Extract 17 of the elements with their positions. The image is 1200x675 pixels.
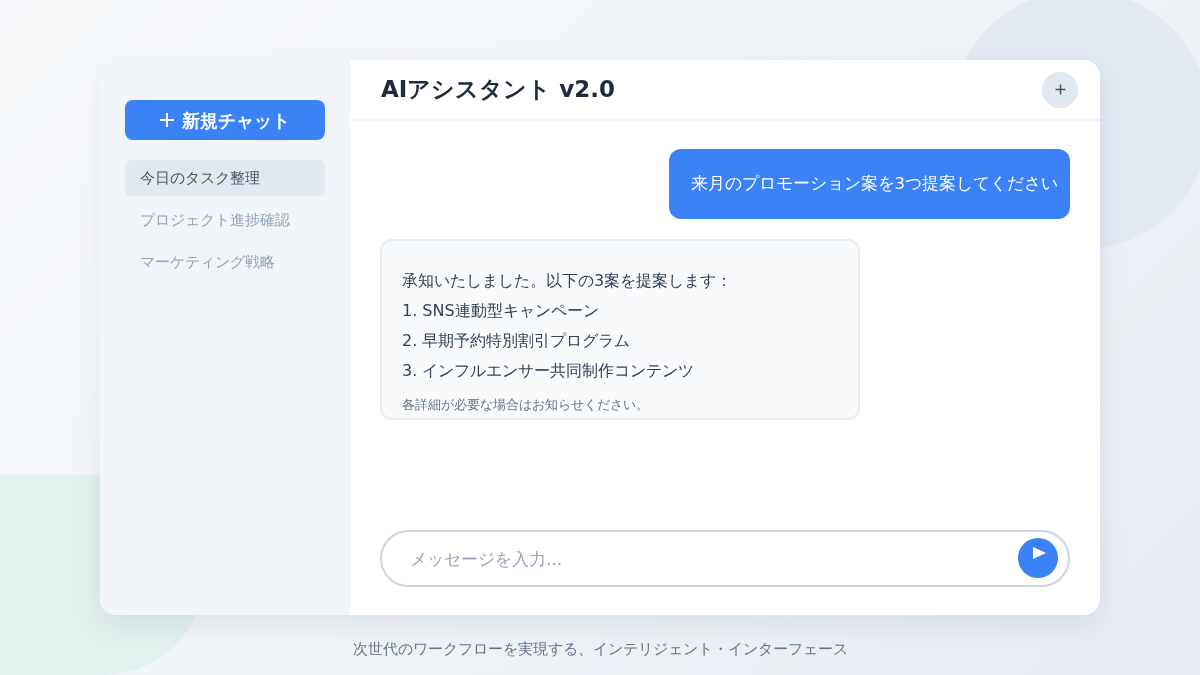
send-icon xyxy=(1032,547,1046,559)
new-chat-button[interactable]: 新規チャット xyxy=(125,100,325,140)
user-message: 来月のプロモーション案を3つ提案してください xyxy=(668,149,1070,219)
message-input[interactable]: メッセージを入力... xyxy=(380,530,1070,587)
message-line: 承知いたしました。以下の3案を提案します： xyxy=(402,270,734,292)
message-line: 2. 早期予約特別割引プログラム xyxy=(402,330,632,352)
chat-history-item[interactable]: マーケティング戦略 xyxy=(125,244,325,280)
message-line: 3. インフルエンサー共同制作コンテンツ xyxy=(402,360,696,382)
plus-icon xyxy=(1054,84,1066,95)
message-note: 各詳細が必要な場合はお知らせください。 xyxy=(402,396,650,414)
chat-history-item[interactable]: プロジェクト進捗確認 xyxy=(125,202,325,238)
tagline: 次世代のワークフローを実現する、インテリジェント・インターフェース xyxy=(351,640,849,659)
chat-history-item[interactable]: 今日のタスク整理 xyxy=(125,160,325,196)
app-title: AIアシスタント v2.0 xyxy=(381,75,616,104)
add-button[interactable] xyxy=(1042,71,1078,108)
plus-icon xyxy=(160,113,174,127)
message-line: 1. SNS連動型キャンペーン xyxy=(402,300,600,322)
